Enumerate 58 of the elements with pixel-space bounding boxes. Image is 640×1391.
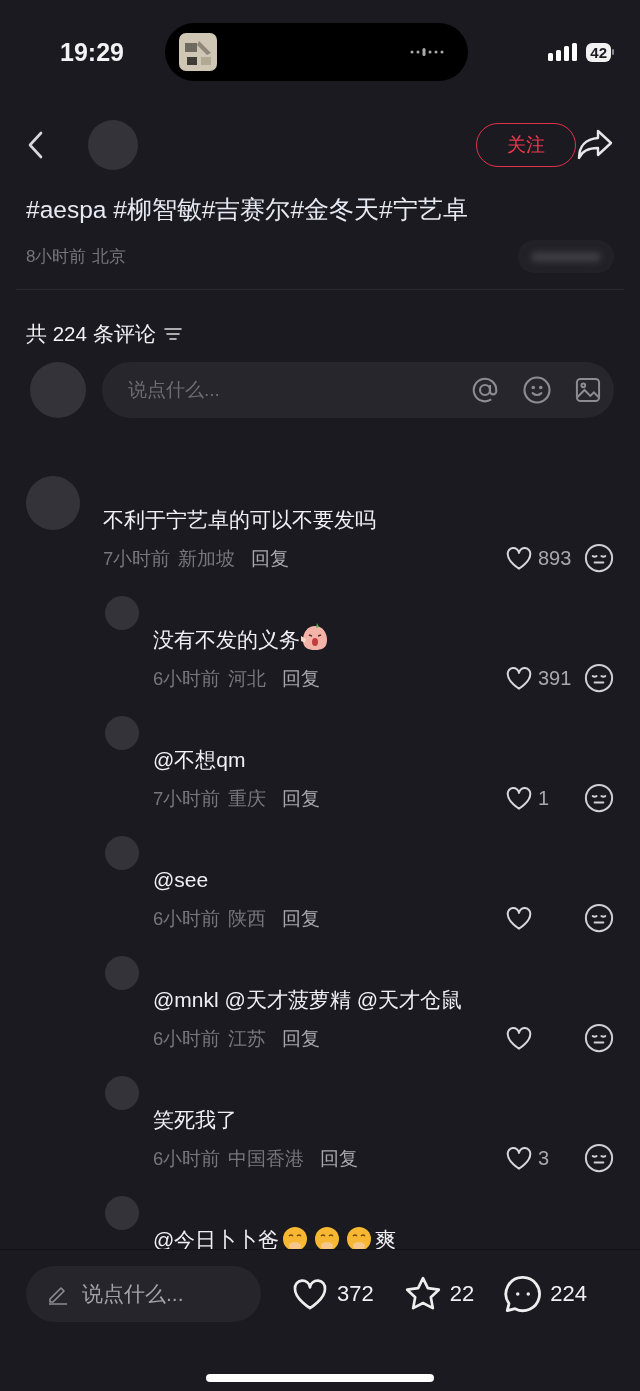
dislike-icon[interactable] — [584, 903, 614, 933]
reply-link[interactable]: 回复 — [282, 785, 321, 811]
smiling-face-icon — [314, 1226, 341, 1249]
like-count: 372 — [337, 1281, 374, 1307]
placeholder-text: 说点什么... — [82, 1281, 184, 1307]
smiling-face-icon — [346, 1226, 373, 1249]
comment-location: 陕西 — [228, 906, 267, 931]
comment-text: @不想qm — [153, 747, 247, 773]
reply-link[interactable]: 回复 — [320, 1145, 359, 1171]
back-icon[interactable] — [26, 130, 44, 160]
comment-count: 共 224 条评论 — [26, 321, 156, 347]
dislike-icon[interactable] — [584, 783, 614, 813]
mention-icon[interactable] — [470, 375, 500, 405]
comment-text: 没有不发的义务 — [153, 622, 614, 658]
dislike-icon[interactable] — [584, 1023, 614, 1053]
dislike-icon[interactable] — [584, 543, 614, 573]
image-icon[interactable] — [574, 376, 602, 404]
comment-location: 重庆 — [228, 786, 267, 811]
battery-indicator: 42 — [586, 42, 611, 62]
dislike-icon[interactable] — [584, 663, 614, 693]
comment-location: 中国香港 — [228, 1146, 305, 1171]
waveform-icon — [410, 47, 444, 57]
like-count: 1 — [538, 786, 550, 810]
placeholder-text: 说点什么... — [128, 378, 221, 402]
comment-text: 笑死我了 — [153, 1107, 238, 1133]
comment-text: 不利于宁艺卓的可以不要发吗 — [103, 507, 377, 533]
like-count: 391 — [538, 666, 572, 690]
comment-time: 6小时前 — [153, 1026, 221, 1051]
reply-link[interactable]: 回复 — [251, 545, 290, 571]
emoji-icon[interactable] — [522, 375, 552, 405]
comment-location: 江苏 — [228, 1026, 267, 1051]
reply-link[interactable]: 回复 — [282, 905, 321, 931]
reply-link[interactable]: 回复 — [282, 1025, 321, 1051]
comment-time: 6小时前 — [153, 906, 221, 931]
comment-location: 新加坡 — [178, 546, 236, 571]
share-icon[interactable] — [576, 128, 614, 162]
favorite-count: 22 — [449, 1281, 475, 1307]
comment-field[interactable]: 说点什么... — [26, 1266, 261, 1322]
smiling-face-icon — [282, 1226, 309, 1249]
post-location: 北京 — [92, 246, 127, 268]
comment-count: 224 — [550, 1281, 587, 1307]
comment-time: 6小时前 — [153, 1146, 221, 1171]
sticker-icon — [300, 622, 330, 652]
sort-icon[interactable] — [163, 327, 182, 341]
reply-link[interactable]: 回复 — [282, 665, 321, 691]
comment-text: @mnkl @天才菠萝精 @天才仓鼠 — [153, 987, 463, 1013]
post-time: 8小时前 — [26, 246, 87, 268]
comment-text: @see — [153, 867, 210, 893]
comment-time: 6小时前 — [153, 666, 221, 691]
comment-location: 河北 — [228, 666, 267, 691]
comment-time: 7小时前 — [103, 546, 171, 571]
status-time: 19:29 — [60, 37, 125, 67]
hashtag-line: #aespa #柳智敏#吉赛尔#金冬天#宁艺卓 — [25, 195, 469, 225]
like-count: 3 — [538, 1146, 550, 1170]
like-count: 893 — [538, 546, 572, 570]
comment-time: 7小时前 — [153, 786, 221, 811]
dislike-icon[interactable] — [584, 1143, 614, 1173]
signal-icon — [548, 43, 579, 61]
